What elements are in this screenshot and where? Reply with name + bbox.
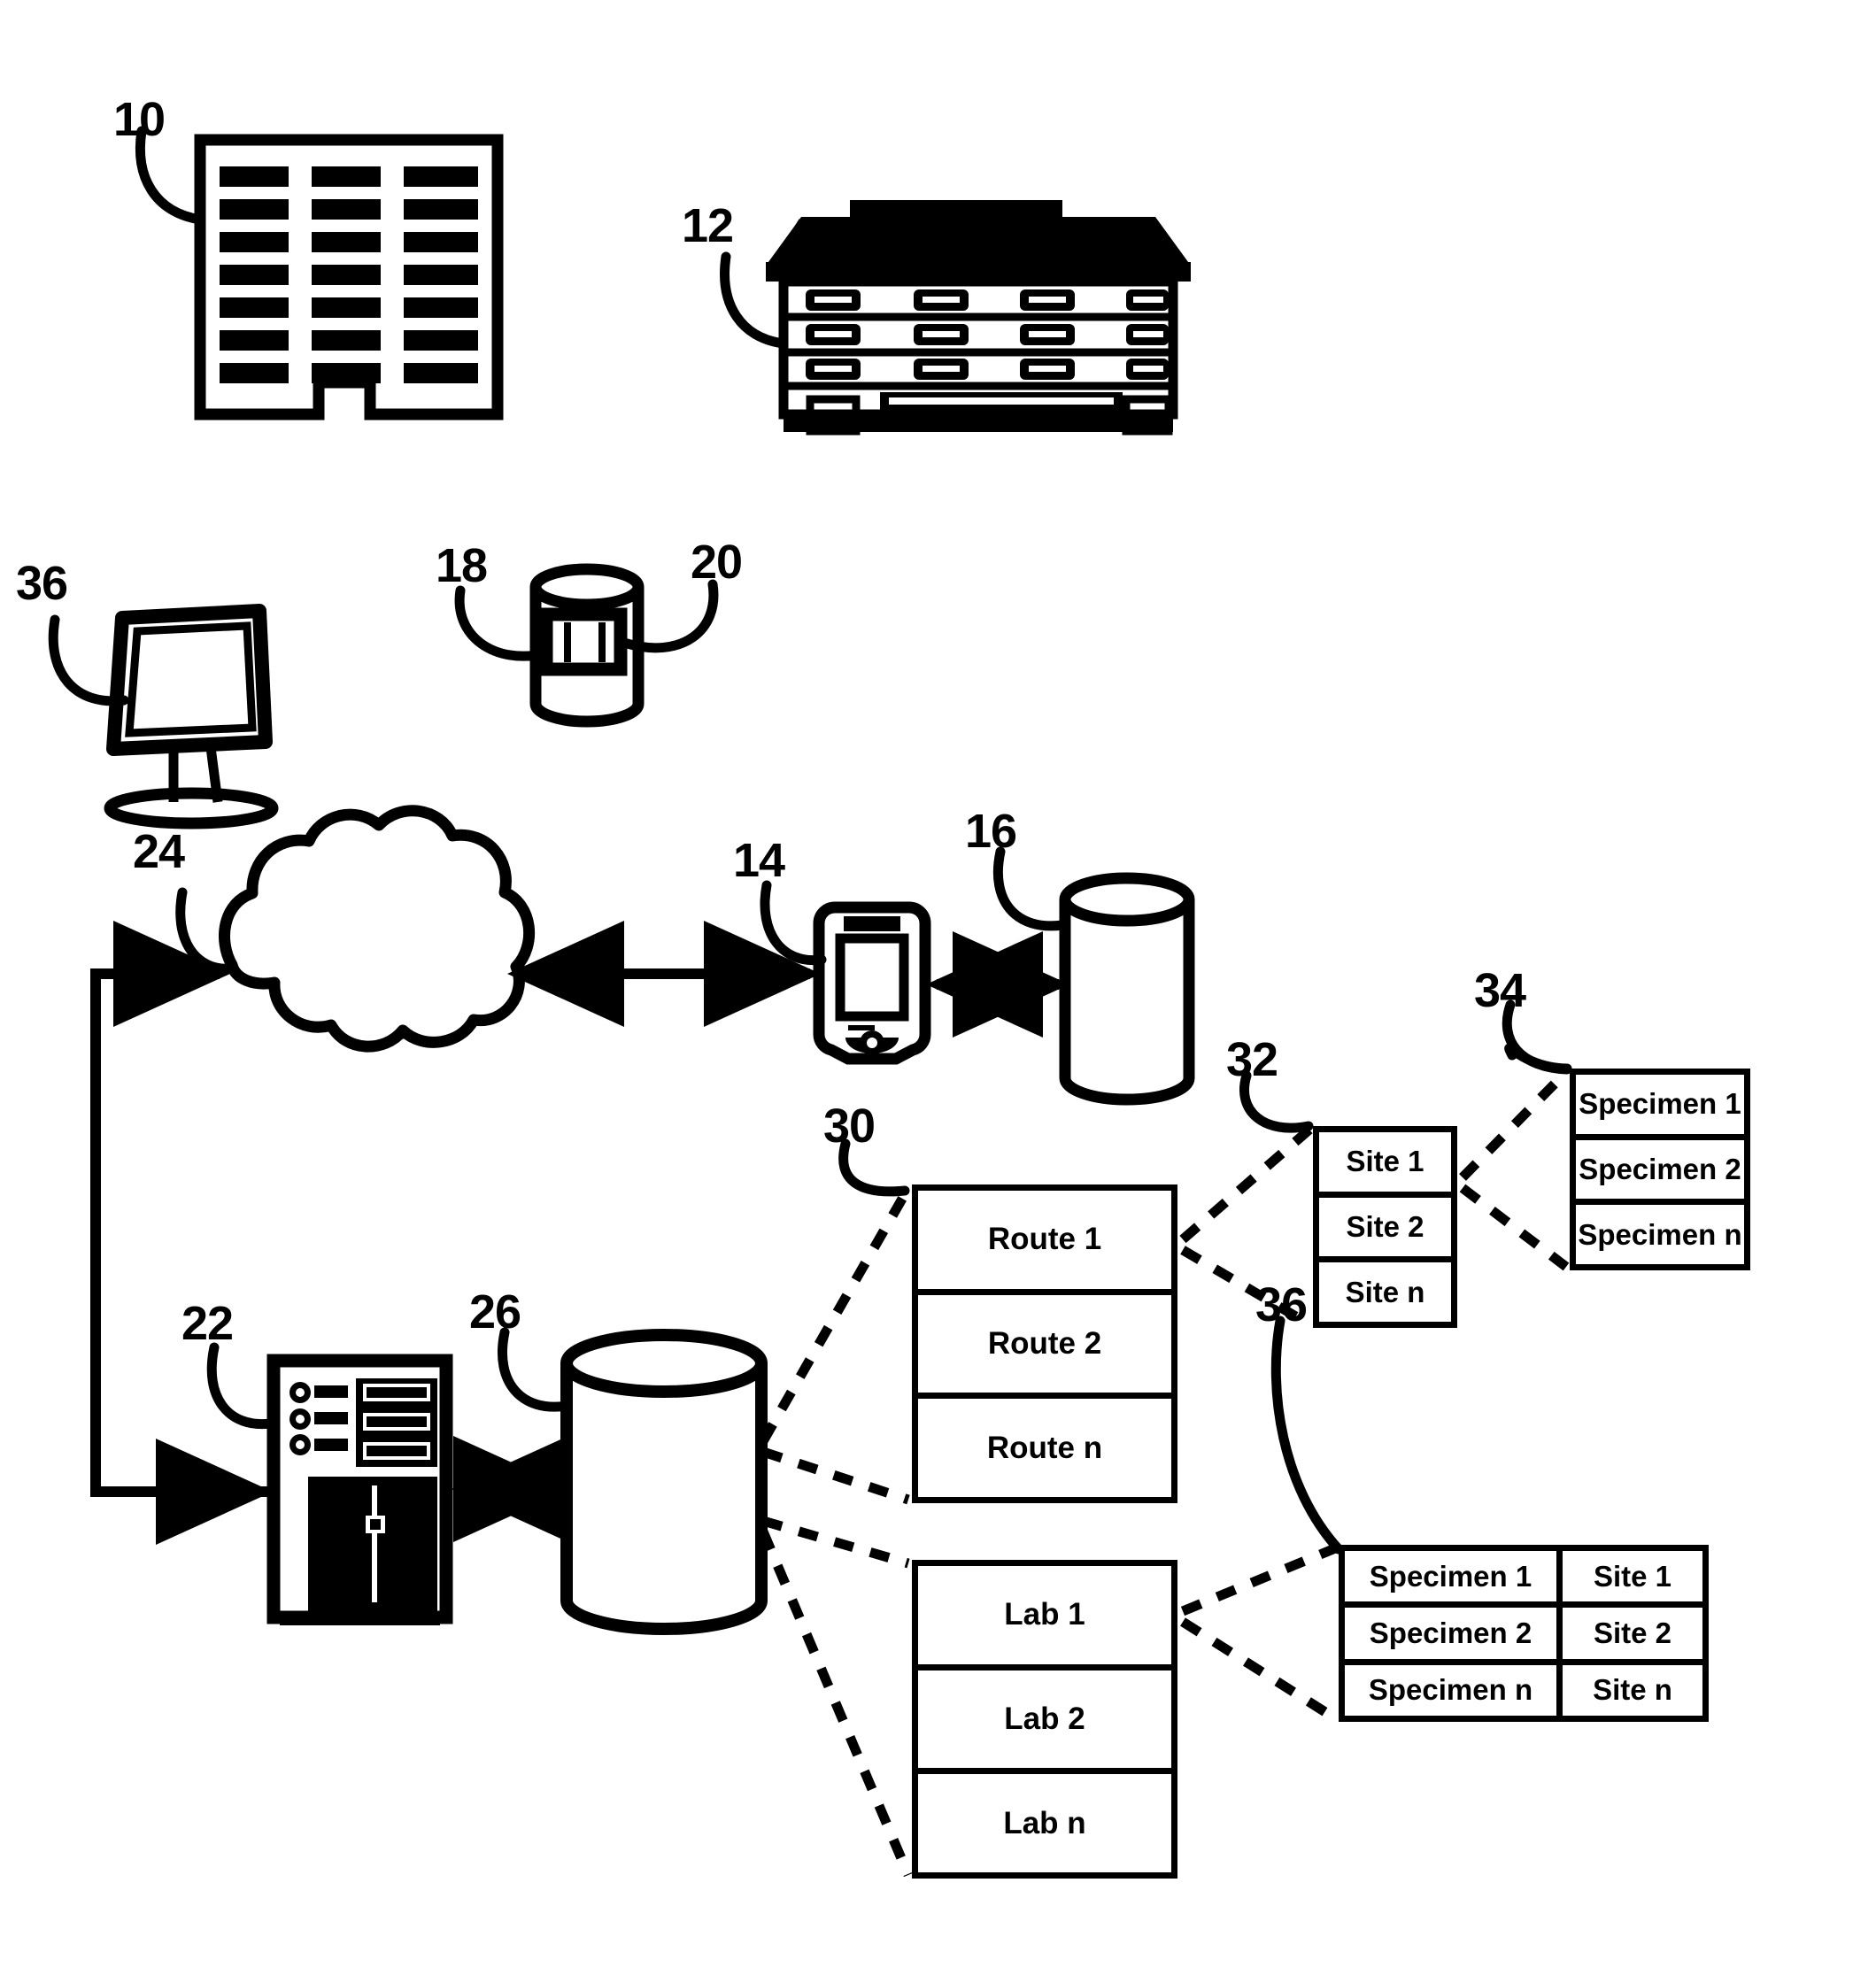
site-table-to-specimen-table-link: [1459, 1069, 1570, 1181]
office-building-icon: [135, 126, 504, 421]
table-row[interactable]: Site 1: [1319, 1132, 1451, 1198]
ref-numeral-34: 34: [1474, 964, 1526, 1017]
ref-numeral-24: 24: [133, 825, 185, 878]
lab-table-to-specimen-site-table-link: [1180, 1543, 1338, 1616]
main-database-to-route-table-link: [761, 1447, 910, 1505]
table-cell[interactable]: Site 2: [1563, 1608, 1702, 1658]
table-row[interactable]: Specimen 2 Site 2: [1345, 1608, 1702, 1665]
ref-numeral-18: 18: [436, 539, 488, 592]
table-cell[interactable]: Specimen 1: [1345, 1551, 1563, 1602]
site-table-to-specimen-table-link: [1459, 1184, 1570, 1271]
table-cell[interactable]: Specimen n: [1576, 1205, 1744, 1264]
medical-facility-building-icon: [720, 200, 1191, 436]
ref-numeral-36-monitor: 36: [16, 557, 68, 610]
specimen-table[interactable]: Specimen 1 Specimen 2 Specimen n: [1570, 1069, 1750, 1270]
route-table[interactable]: Route 1 Route 2 Route n: [912, 1184, 1177, 1503]
network-cloud-icon: [175, 805, 536, 1053]
server-to-cloud-arrow: [90, 921, 273, 1545]
table-cell[interactable]: Site 1: [1319, 1132, 1451, 1192]
ref-numeral-12: 12: [682, 199, 734, 252]
table-row[interactable]: Route 2: [918, 1295, 1171, 1400]
table-cell[interactable]: Route 2: [918, 1295, 1171, 1393]
ref-numeral-26: 26: [469, 1285, 521, 1339]
main-database-to-lab-table-link: [758, 1529, 914, 1878]
ref-numeral-10: 10: [113, 93, 166, 146]
main-database-to-route-table-link: [759, 1185, 913, 1444]
table-row[interactable]: Specimen 1: [1576, 1075, 1744, 1140]
ref-numeral-32: 32: [1226, 1033, 1278, 1086]
table-cell[interactable]: Lab 1: [918, 1566, 1171, 1664]
table-row[interactable]: Specimen 2: [1576, 1140, 1744, 1206]
ref-numeral-20: 20: [691, 536, 743, 589]
small-database-icon: [454, 563, 719, 728]
table-row[interactable]: Site 2: [1319, 1198, 1451, 1263]
table-cell[interactable]: Specimen 2: [1345, 1608, 1563, 1659]
patent-figure-canvas: 10 12 36 18 20 24 14 16 34 32 30 22 26 3…: [0, 0, 1876, 1983]
ref-numeral-30: 30: [823, 1100, 876, 1153]
ref-numeral-36-table: 36: [1255, 1278, 1308, 1331]
ref-numeral-16: 16: [965, 805, 1017, 858]
table-cell[interactable]: Route n: [918, 1399, 1171, 1497]
table-row[interactable]: Lab 1: [918, 1566, 1171, 1671]
table-cell[interactable]: Site n: [1563, 1665, 1702, 1716]
main-database-cylinder-icon: [497, 1327, 768, 1635]
route-table-to-site-table-link: [1179, 1125, 1313, 1244]
pda-database-cylinder-icon: [992, 846, 1195, 1106]
table-row[interactable]: Lab n: [918, 1774, 1171, 1872]
table-cell[interactable]: Site n: [1319, 1262, 1451, 1322]
lab-table-to-specimen-site-table-link: [1180, 1617, 1338, 1723]
table-cell[interactable]: Route 1: [918, 1191, 1171, 1289]
table-row[interactable]: Lab 2: [918, 1671, 1171, 1775]
table-cell[interactable]: Site 1: [1563, 1551, 1702, 1601]
table-cell[interactable]: Specimen 2: [1576, 1140, 1744, 1200]
workstation-monitor-icon: [48, 604, 279, 829]
table-row[interactable]: Specimen n Site n: [1345, 1664, 1702, 1716]
lab-table[interactable]: Lab 1 Lab 2 Lab n: [912, 1560, 1177, 1879]
table-row[interactable]: Specimen n: [1576, 1205, 1744, 1264]
site-table[interactable]: Site 1 Site 2 Site n: [1313, 1126, 1457, 1328]
ref-numeral-14: 14: [733, 834, 785, 887]
main-database-to-lab-table-link: [761, 1516, 910, 1569]
table-cell[interactable]: Lab 2: [918, 1671, 1171, 1769]
table-row[interactable]: Route 1: [918, 1191, 1171, 1295]
table-row[interactable]: Specimen 1 Site 1: [1345, 1551, 1702, 1609]
table-cell[interactable]: Lab n: [918, 1774, 1171, 1872]
table-cell[interactable]: Specimen 1: [1576, 1075, 1744, 1134]
table-cell[interactable]: Specimen n: [1345, 1664, 1563, 1716]
table-row[interactable]: Site n: [1319, 1262, 1451, 1322]
table-row[interactable]: Route n: [918, 1399, 1171, 1497]
leader-36b-arc: [1270, 1316, 1344, 1555]
table-cell[interactable]: Site 2: [1319, 1198, 1451, 1257]
ref-numeral-22: 22: [181, 1297, 234, 1350]
specimen-site-table[interactable]: Specimen 1 Site 1 Specimen 2 Site 2 Spec…: [1339, 1545, 1709, 1722]
